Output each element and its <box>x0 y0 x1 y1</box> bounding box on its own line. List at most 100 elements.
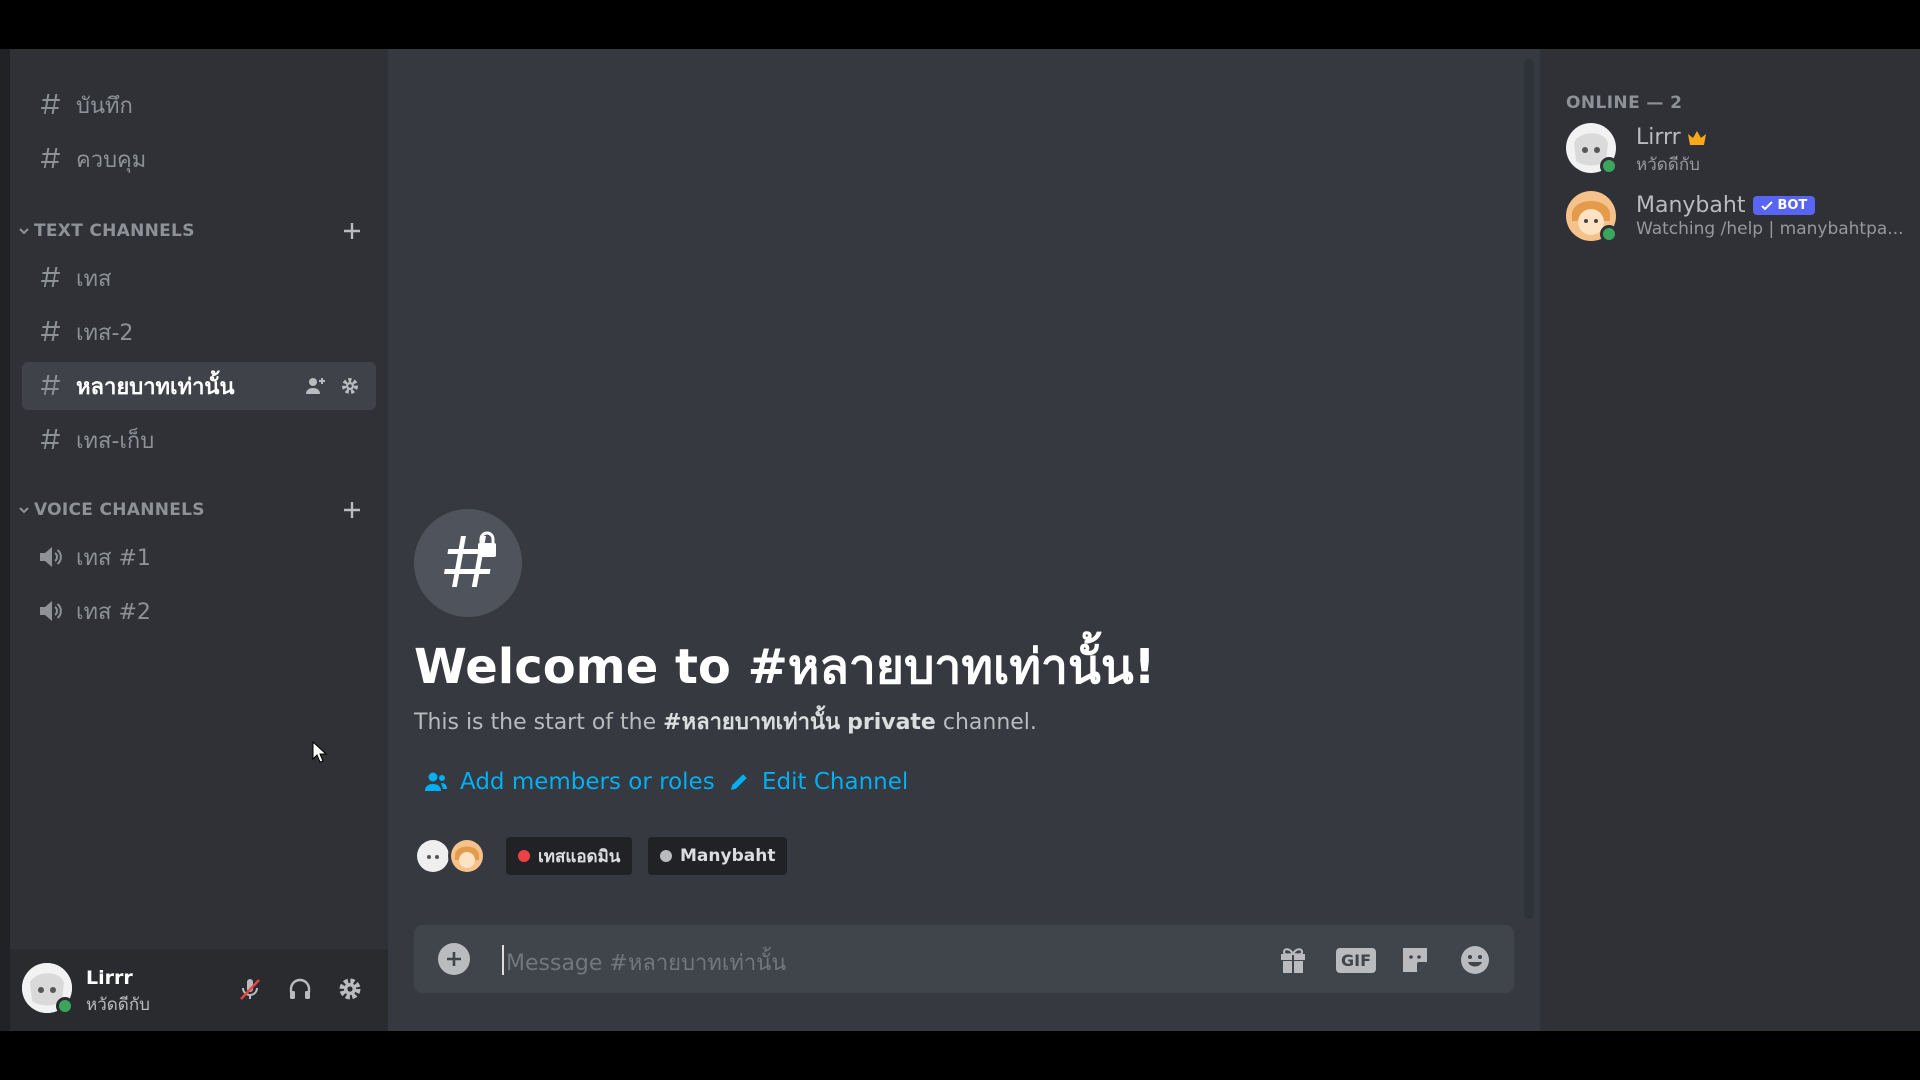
checkmark-icon <box>1761 200 1774 210</box>
member-name: Lirrr <box>1636 125 1707 150</box>
role-pill-manybaht[interactable]: Manybaht <box>648 837 788 875</box>
create-channel-plus-icon[interactable] <box>340 498 364 522</box>
user-status-text: หวัดดีกับ <box>86 995 150 1015</box>
welcome-desc-prefix: This is the start of the <box>414 710 664 735</box>
discord-app: บันทึก ควบคุม TEXT CHANNELS เทส เทส-2 หล… <box>0 49 1920 1031</box>
channel-label: เทส-2 <box>76 320 134 346</box>
hash-icon <box>36 426 64 454</box>
mute-mic-button[interactable] <box>232 971 268 1007</box>
members-online-header: ONLINE — 2 <box>1566 93 1683 113</box>
channel-item-test[interactable]: เทส <box>22 254 376 302</box>
sticker-icon <box>1403 948 1427 972</box>
hash-lock-icon <box>36 372 64 400</box>
channel-item-test-2[interactable]: เทส-2 <box>22 308 376 356</box>
user-settings-button[interactable] <box>332 971 368 1007</box>
gif-button[interactable]: GIF <box>1334 941 1378 979</box>
chevron-down-icon <box>16 225 32 237</box>
avatar[interactable] <box>414 837 452 875</box>
role-color-dot <box>660 850 672 862</box>
text-caret <box>502 945 504 975</box>
add-members-button[interactable]: Add members or roles <box>424 769 715 795</box>
username: Lirrr <box>86 967 133 989</box>
welcome-title: Welcome to #หลายบาทเท่านั้น! <box>414 639 1156 695</box>
gear-icon[interactable] <box>338 374 362 398</box>
headphones-icon <box>289 978 311 999</box>
channel-member-avatars <box>414 837 486 875</box>
voice-channel-item-2[interactable]: เทส #2 <box>22 587 376 635</box>
role-pill-admin[interactable]: เทสแอดมิน <box>506 837 633 875</box>
channel-label: บันทึก <box>76 93 133 119</box>
sticker-button[interactable] <box>1396 941 1434 979</box>
channel-item-test-keep[interactable]: เทส-เก็บ <box>22 416 376 464</box>
chevron-down-icon <box>16 504 32 516</box>
member-list: ONLINE — 2 Lirrr หวัดดีกับ Manybaht BOT … <box>1540 49 1920 1031</box>
mouse-cursor-icon <box>312 741 328 763</box>
online-status-dot <box>56 997 74 1015</box>
message-composer: Message #หลายบาทเท่านั้น GIF <box>414 925 1514 993</box>
welcome-desc-channel: #หลายบาทเท่านั้น <box>663 710 841 735</box>
crown-icon <box>1687 130 1707 146</box>
member-name: Manybaht BOT <box>1636 193 1816 218</box>
user-panel: Lirrr หวัดดีกับ <box>10 949 388 1031</box>
member-status-text: หวัดดีกับ <box>1636 155 1700 175</box>
member-item[interactable]: Lirrr หวัดดีกับ <box>1566 123 1906 179</box>
hash-icon <box>36 264 64 292</box>
category-voice-channels[interactable]: VOICE CHANNELS <box>16 496 376 524</box>
channel-label: ควบคุม <box>76 147 147 173</box>
member-name-text: Lirrr <box>1636 125 1681 150</box>
channel-label: หลายบาทเท่านั้น <box>76 374 235 400</box>
chat-area <box>388 49 1520 1031</box>
bot-badge-label: BOT <box>1777 198 1808 213</box>
private-channel-hash-lock-icon <box>414 509 522 617</box>
add-members-icon <box>424 771 448 793</box>
hash-icon <box>36 318 64 346</box>
welcome-desc-private: private <box>847 710 936 735</box>
channel-item-log[interactable]: บันทึก <box>22 81 376 129</box>
hash-icon <box>36 91 64 119</box>
hash-icon <box>36 145 64 173</box>
channel-label: เทส #2 <box>76 599 151 625</box>
deafen-button[interactable] <box>282 971 318 1007</box>
voice-channel-item-1[interactable]: เทส #1 <box>22 533 376 581</box>
smile-icon <box>1461 946 1489 974</box>
edit-channel-label: Edit Channel <box>762 769 909 795</box>
chat-scrollbar[interactable] <box>1524 59 1534 919</box>
category-label: TEXT CHANNELS <box>34 221 195 241</box>
online-status-dot <box>1600 157 1618 175</box>
create-channel-plus-icon[interactable] <box>340 219 364 243</box>
channel-item-control[interactable]: ควบคุม <box>22 135 376 183</box>
category-label: VOICE CHANNELS <box>34 500 205 520</box>
online-status-dot <box>1600 225 1618 243</box>
invite-icon[interactable] <box>304 374 328 398</box>
emoji-button[interactable] <box>1456 941 1494 979</box>
speaker-icon <box>36 543 64 571</box>
gift-button[interactable] <box>1274 941 1312 979</box>
welcome-description: This is the start of the #หลายบาทเท่านั้… <box>414 704 1037 739</box>
speaker-icon <box>36 597 64 625</box>
edit-channel-button[interactable]: Edit Channel <box>728 769 908 795</box>
channel-label: เทส <box>76 266 112 292</box>
member-name-text: Manybaht <box>1636 193 1746 218</box>
channel-label: เทส-เก็บ <box>76 428 155 454</box>
add-members-label: Add members or roles <box>460 769 715 795</box>
member-activity-text: Watching /help | manybahtpa... <box>1636 219 1904 239</box>
gif-label: GIF <box>1335 947 1376 973</box>
gift-icon <box>1281 948 1305 973</box>
avatar[interactable] <box>448 837 486 875</box>
channel-tools <box>304 374 362 398</box>
role-label: Manybaht <box>680 846 776 866</box>
channel-item-active[interactable]: หลายบาทเท่านั้น <box>22 362 376 410</box>
plus-icon <box>447 952 461 966</box>
member-item[interactable]: Manybaht BOT Watching /help | manybahtpa… <box>1566 191 1906 247</box>
category-text-channels[interactable]: TEXT CHANNELS <box>16 217 376 245</box>
upload-plus-button[interactable] <box>438 943 470 975</box>
bot-badge: BOT <box>1753 196 1816 215</box>
channel-label: เทส #1 <box>76 545 151 571</box>
mic-muted-icon <box>240 979 260 1000</box>
welcome-desc-suffix: channel. <box>935 710 1037 735</box>
message-input[interactable]: Message #หลายบาทเท่านั้น <box>506 945 786 980</box>
server-rail <box>0 49 10 1031</box>
role-label: เทสแอดมิน <box>538 846 621 867</box>
channel-sidebar: บันทึก ควบคุม TEXT CHANNELS เทส เทส-2 หล… <box>10 49 388 1031</box>
role-color-dot <box>518 850 530 862</box>
